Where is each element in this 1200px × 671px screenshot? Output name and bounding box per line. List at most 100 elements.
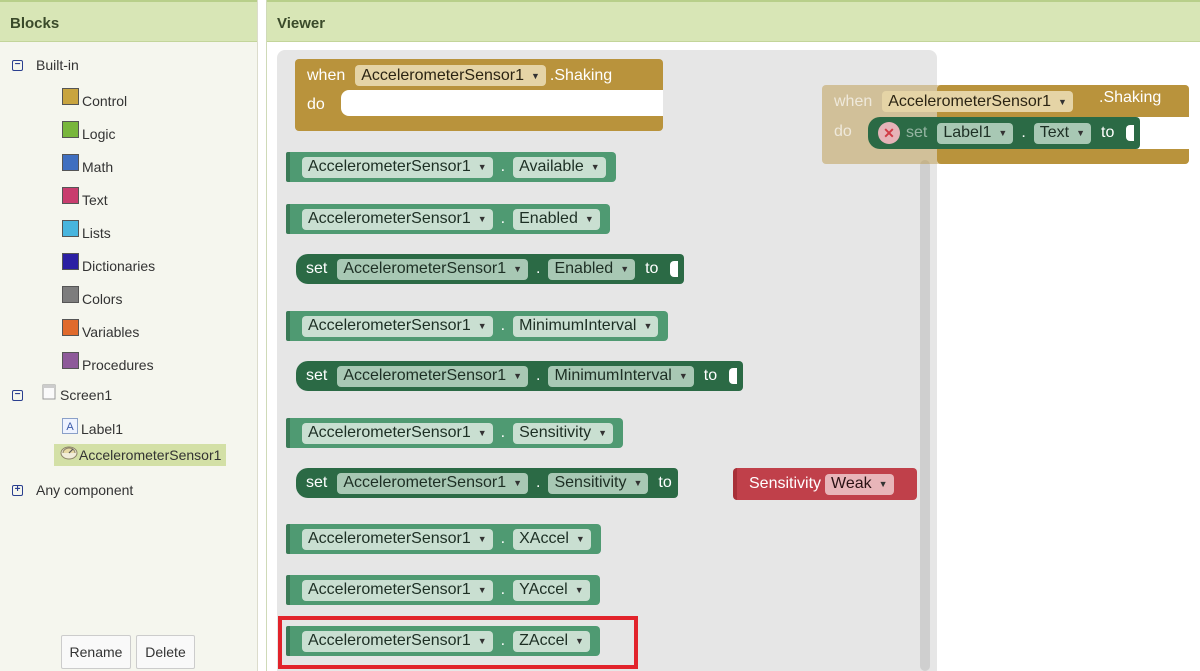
when-keyword: when <box>834 92 873 110</box>
drawer-math[interactable]: Math <box>62 154 114 175</box>
error-icon[interactable]: ✕ <box>878 122 900 144</box>
to-keyword: to <box>1101 124 1115 141</box>
enum-dropdown[interactable]: Weak ▼ <box>825 473 894 495</box>
rename-button[interactable]: Rename <box>61 635 131 669</box>
component-accelerometersensor1[interactable]: AccelerometerSensor1 <box>54 444 227 466</box>
dropdown-arrow-icon: ▼ <box>574 585 584 595</box>
setter-minimuminterval[interactable]: set AccelerometerSensor1 ▼ . MinimumInter… <box>296 361 744 391</box>
setter-sensitivity[interactable]: set AccelerometerSensor1 ▼ . Sensitivity ▼… <box>296 468 678 498</box>
getter-enabled[interactable]: AccelerometerSensor1 ▼ . Enabled ▼ <box>286 204 610 234</box>
drawer-control[interactable]: Control <box>62 88 127 109</box>
property-dropdown[interactable]: Text ▼ <box>1033 122 1092 144</box>
set-keyword: set <box>306 260 328 277</box>
tree-screen1[interactable]: − Screen1 <box>12 384 112 403</box>
dropdown-arrow-icon: ▼ <box>575 534 585 544</box>
property-dropdown[interactable]: MinimumInterval ▼ <box>548 365 694 387</box>
event-block-shaking[interactable]: when AccelerometerSensor1 ▼ .Shaking do <box>295 59 663 131</box>
component-dropdown[interactable]: AccelerometerSensor1 ▼ <box>337 365 529 387</box>
dropdown-arrow-icon: ▼ <box>513 478 523 488</box>
dictionaries-color-icon <box>62 253 79 270</box>
drawer-variables[interactable]: Variables <box>62 319 140 340</box>
component-label1[interactable]: A Label1 <box>62 418 124 437</box>
dot-separator: . <box>500 581 506 598</box>
dropdown-arrow-icon: ▼ <box>477 321 487 331</box>
dot-separator: . <box>536 474 541 491</box>
getter-minimuminterval[interactable]: AccelerometerSensor1 ▼ . MinimumInterval ▼ <box>286 311 669 341</box>
property-dropdown[interactable]: XAccel ▼ <box>513 528 591 550</box>
drawer-label: Math <box>82 158 114 175</box>
component-dropdown[interactable]: AccelerometerSensor1 ▼ <box>302 315 493 337</box>
dropdown-arrow-icon: ▼ <box>1058 96 1067 107</box>
component-dropdown[interactable]: AccelerometerSensor1 ▼ <box>302 208 493 230</box>
component-dropdown[interactable]: AccelerometerSensor1 ▼ <box>302 528 493 550</box>
value-socket[interactable] <box>670 261 679 277</box>
property-dropdown[interactable]: Enabled ▼ <box>548 258 636 280</box>
dot-separator: . <box>536 260 541 277</box>
viewer-title: Viewer <box>267 0 1200 42</box>
dropdown-value: Enabled <box>519 210 578 227</box>
drawer-logic[interactable]: Logic <box>62 121 115 142</box>
property-dropdown[interactable]: Available ▼ <box>513 156 606 178</box>
dropdown-arrow-icon: ▼ <box>620 264 630 274</box>
drawer-label: Variables <box>82 323 140 340</box>
dropdown-arrow-icon: ▼ <box>477 534 487 544</box>
property-dropdown[interactable]: Sensitivity ▼ <box>513 422 614 444</box>
dropdown-value: Available <box>519 158 584 175</box>
drawer-dictionaries[interactable]: Dictionaries <box>62 253 155 274</box>
getter-yaccel[interactable]: AccelerometerSensor1 ▼ . YAccel ▼ <box>286 575 600 605</box>
component-dropdown[interactable]: AccelerometerSensor1 ▼ <box>302 579 493 601</box>
getter-sensitivity[interactable]: AccelerometerSensor1 ▼ . Sensitivity ▼ <box>286 418 624 448</box>
when-keyword: when <box>307 66 346 84</box>
dot-separator: . <box>500 424 506 441</box>
delete-button[interactable]: Delete <box>136 635 195 669</box>
dropdown-value: MinimumInterval <box>554 367 672 384</box>
drawer-label: Lists <box>82 224 111 241</box>
dropdown-arrow-icon: ▼ <box>513 264 523 274</box>
to-keyword: to <box>658 474 672 491</box>
any-component-label: Any component <box>36 482 134 498</box>
tree-builtin[interactable]: − Built-in <box>12 57 79 73</box>
drawer-colors[interactable]: Colors <box>62 286 123 307</box>
property-dropdown[interactable]: Sensitivity ▼ <box>548 472 649 494</box>
component-dropdown[interactable]: AccelerometerSensor1 ▼ <box>302 422 493 444</box>
dropdown-arrow-icon: ▼ <box>477 585 487 595</box>
component-dropdown[interactable]: AccelerometerSensor1 ▼ <box>337 258 529 280</box>
dropdown-value: AccelerometerSensor1 <box>343 367 507 384</box>
getter-available[interactable]: AccelerometerSensor1 ▼ . Available ▼ <box>286 152 616 182</box>
dot-separator: . <box>536 367 541 384</box>
property-dropdown[interactable]: Enabled ▼ <box>513 208 600 230</box>
property-dropdown[interactable]: MinimumInterval ▼ <box>513 315 659 337</box>
workspace-setter-label1-text[interactable]: ✕ set Label1 ▼ . Text ▼ to <box>868 117 1141 149</box>
drawer-procedures[interactable]: Procedures <box>62 352 154 373</box>
value-socket[interactable] <box>1126 125 1135 141</box>
component-name: Label1 <box>81 421 124 437</box>
to-keyword: to <box>645 260 659 277</box>
flyout-scrollbar[interactable] <box>920 160 930 671</box>
value-socket[interactable] <box>729 368 738 384</box>
component-dropdown[interactable]: AccelerometerSensor1 ▼ <box>882 91 1073 112</box>
component-dropdown[interactable]: AccelerometerSensor1 ▼ <box>355 65 546 86</box>
drawer-text[interactable]: Text <box>62 187 108 208</box>
tree-any-component[interactable]: + Any component <box>12 482 133 498</box>
do-slot[interactable] <box>341 90 663 116</box>
component-dropdown[interactable]: AccelerometerSensor1 ▼ <box>337 472 529 494</box>
sensitivity-enum-block[interactable]: Sensitivity Weak ▼ <box>733 468 917 500</box>
property-dropdown[interactable]: YAccel ▼ <box>513 579 590 601</box>
drawer-label: Colors <box>82 290 123 307</box>
event-name-text: .Shaking <box>1099 89 1162 106</box>
component-dropdown[interactable]: Label1 ▼ <box>937 122 1014 144</box>
collapse-icon[interactable]: − <box>12 59 23 71</box>
dropdown-arrow-icon: ▼ <box>678 371 688 381</box>
drawer-label: Text <box>82 191 108 208</box>
getter-xaccel[interactable]: AccelerometerSensor1 ▼ . XAccel ▼ <box>286 524 601 554</box>
variables-color-icon <box>62 319 79 336</box>
component-dropdown[interactable]: AccelerometerSensor1 ▼ <box>302 156 493 178</box>
logic-color-icon <box>62 121 79 138</box>
dropdown-arrow-icon: ▼ <box>598 428 608 438</box>
setter-enabled[interactable]: set AccelerometerSensor1 ▼ . Enabled ▼ to <box>296 254 685 284</box>
dropdown-value: Weak <box>831 475 872 492</box>
expand-icon[interactable]: + <box>12 484 23 496</box>
collapse-icon[interactable]: − <box>12 389 23 401</box>
dropdown-arrow-icon: ▼ <box>633 478 643 488</box>
drawer-lists[interactable]: Lists <box>62 220 111 241</box>
